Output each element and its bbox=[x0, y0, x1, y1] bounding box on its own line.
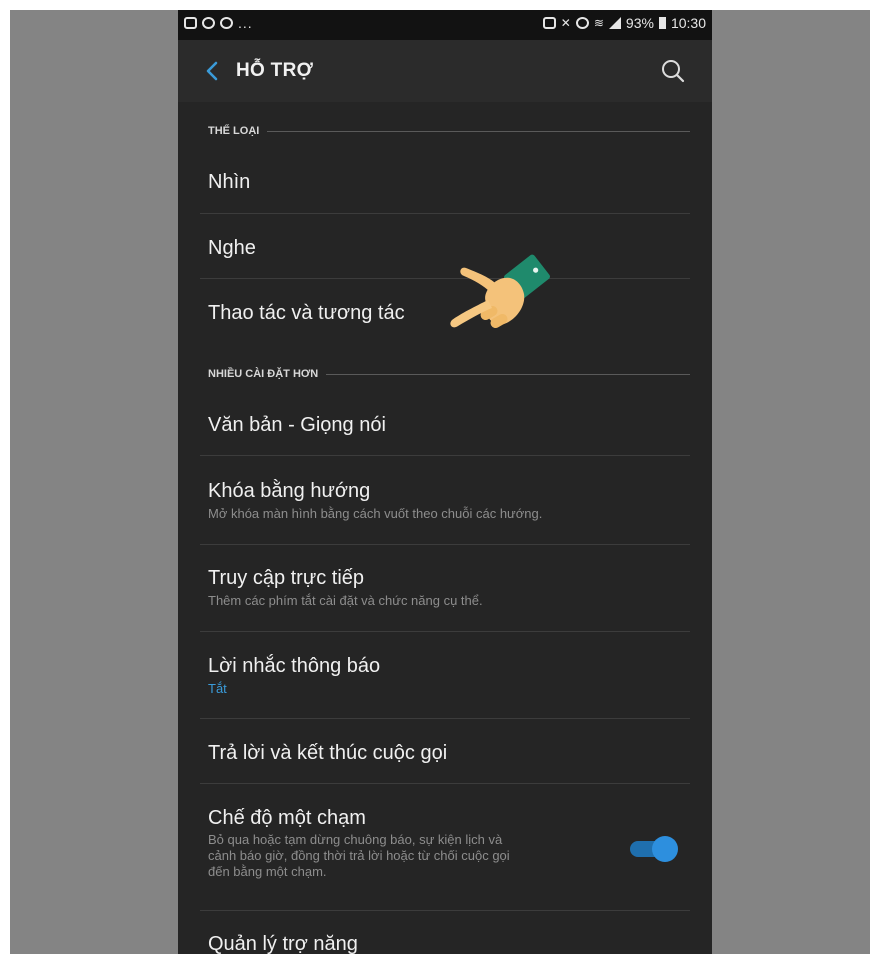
status-left: ... bbox=[184, 15, 253, 31]
section-header-categories: THỂ LOẠI bbox=[208, 123, 690, 139]
list-item-text-to-speech[interactable]: Văn bản - Giọng nói bbox=[208, 413, 690, 437]
list-item-answer-end-calls[interactable]: Trả lời và kết thúc cuộc gọi bbox=[208, 741, 690, 765]
list-item-title: Khóa bằng hướng bbox=[208, 480, 371, 502]
mute-icon: ✕ bbox=[560, 16, 571, 30]
list-item-title: Văn bản - Giọng nói bbox=[208, 414, 386, 436]
list-item-direct-access[interactable]: Truy cập trực tiếp Thêm các phím tắt cài… bbox=[208, 566, 690, 609]
app-bar: HỖ TRỢ bbox=[178, 40, 712, 102]
search-icon bbox=[662, 60, 685, 83]
status-right: ✕ ≋ 93% 10:30 bbox=[542, 15, 706, 31]
section-header-more-settings: NHIỀU CÀI ĐẶT HƠN bbox=[208, 366, 690, 382]
list-item-title: Lời nhắc thông báo bbox=[208, 655, 381, 677]
divider bbox=[200, 544, 690, 545]
divider bbox=[200, 213, 690, 214]
list-item-title: Quản lý trợ năng bbox=[208, 933, 358, 954]
divider bbox=[200, 910, 690, 911]
signal-icon bbox=[608, 17, 621, 29]
alarm-icon bbox=[575, 17, 589, 29]
divider bbox=[200, 783, 690, 784]
battery-percent: 93% bbox=[625, 15, 654, 31]
divider bbox=[200, 718, 690, 719]
subtitle-line: đến bằng một chạm. bbox=[208, 864, 327, 879]
subtitle-line: Bỏ qua hoặc tạm dừng chuông báo, sự kiện… bbox=[208, 832, 503, 847]
list-item-accessibility-management[interactable]: Quản lý trợ năng bbox=[208, 932, 690, 954]
divider bbox=[200, 455, 690, 456]
list-item-direction-lock[interactable]: Khóa bằng hướng Mở khóa màn hình bằng cá… bbox=[208, 479, 690, 522]
clock: 10:30 bbox=[670, 15, 706, 31]
pointing-hand-icon bbox=[450, 254, 550, 328]
search-button[interactable] bbox=[658, 56, 688, 86]
list-item-title: Trả lời và kết thúc cuộc gọi bbox=[208, 742, 448, 764]
battery-icon bbox=[658, 17, 666, 29]
page-title: HỖ TRỢ bbox=[236, 60, 314, 81]
status-bar: ... ✕ ≋ 93% 10:30 bbox=[178, 10, 712, 40]
list-item-subtitle: Bỏ qua hoặc tạm dừng chuông báo, sự kiện… bbox=[208, 832, 608, 880]
status-value: Tắt bbox=[208, 681, 227, 696]
section-divider bbox=[267, 130, 690, 132]
divider bbox=[200, 278, 690, 279]
divider bbox=[200, 631, 690, 632]
phone-screen: ... ✕ ≋ 93% 10:30 HỖ TRỢ THỂ LOẠI Nhìn N… bbox=[178, 10, 712, 954]
list-item-subtitle: Thêm các phím tắt cài đặt và chức năng c… bbox=[208, 593, 483, 608]
more-notifications: ... bbox=[238, 15, 253, 31]
app-notification-icon bbox=[202, 17, 215, 29]
list-item-title: Nhìn bbox=[208, 171, 251, 193]
list-item-vision[interactable]: Nhìn bbox=[208, 170, 690, 194]
list-item-title: Truy cập trực tiếp bbox=[208, 567, 365, 589]
subtitle-line: cảnh báo giờ, đồng thời trả lời hoặc từ … bbox=[208, 848, 510, 863]
section-header-label: THỂ LOẠI bbox=[208, 125, 260, 137]
lock-icon bbox=[542, 17, 556, 29]
gallery-notification-icon bbox=[184, 17, 197, 29]
list-item-single-tap-mode[interactable]: Chế độ một chạm Bỏ qua hoặc tạm dừng chu… bbox=[208, 806, 608, 880]
back-arrow-icon bbox=[206, 61, 218, 81]
message-notification-icon bbox=[220, 17, 233, 29]
list-item-subtitle: Mở khóa màn hình bằng cách vuốt theo chu… bbox=[208, 506, 543, 521]
list-item-title: Chế độ một chạm bbox=[208, 807, 366, 829]
section-divider bbox=[326, 373, 690, 375]
single-tap-toggle[interactable] bbox=[628, 834, 678, 862]
toggle-knob bbox=[652, 836, 678, 862]
wifi-icon: ≋ bbox=[593, 16, 604, 30]
section-header-label: NHIỀU CÀI ĐẶT HƠN bbox=[208, 368, 319, 380]
list-item-notification-reminder[interactable]: Lời nhắc thông báo Tắt bbox=[208, 654, 690, 697]
back-button[interactable] bbox=[200, 56, 228, 86]
